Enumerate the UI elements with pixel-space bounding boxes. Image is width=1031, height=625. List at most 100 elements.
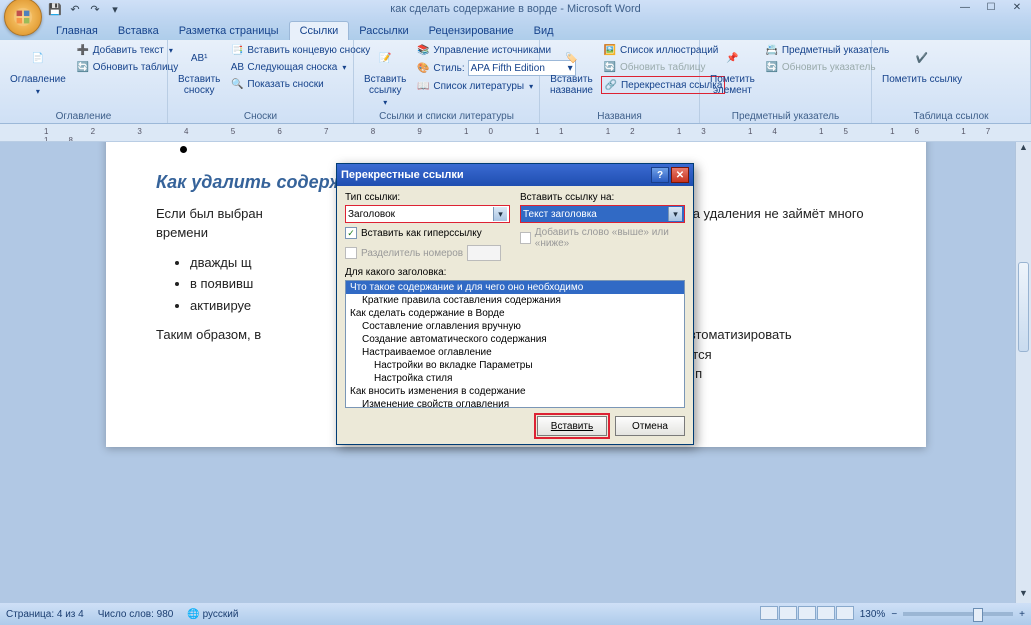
bullet-icon [180, 146, 187, 153]
cross-reference-dialog: Перекрестные ссылки ? ✕ Тип ссылки: Заго… [336, 163, 694, 445]
vertical-scrollbar[interactable]: ▲ ▼ [1015, 142, 1031, 603]
list-item[interactable]: Составление оглавления вручную [346, 320, 684, 333]
tab-mailings[interactable]: Рассылки [349, 22, 418, 40]
citation-icon: 📝 [371, 44, 399, 72]
zoom-out-button[interactable]: − [891, 609, 897, 620]
reference-type-combo[interactable]: Заголовок▾ [345, 205, 510, 223]
group-index-label: Предметный указатель [700, 111, 871, 122]
tab-insert[interactable]: Вставка [108, 22, 169, 40]
ribbon: 📄 Оглавление ▾ ➕Добавить текст 🔄Обновить… [0, 40, 1031, 124]
next-footnote-icon: AB [230, 60, 244, 74]
include-above-below-checkbox: Добавить слово «выше» или «ниже» [520, 227, 685, 249]
view-buttons[interactable] [759, 606, 854, 623]
chevron-down-icon: ▾ [668, 207, 682, 221]
list-item[interactable]: Настройки во вкладке Параметры [346, 359, 684, 372]
list-item[interactable]: Настраиваемое оглавление [346, 346, 684, 359]
insert-caption-button[interactable]: 🏷️ Вставить название [546, 42, 597, 98]
group-footnotes-label: Сноски [168, 111, 353, 122]
add-text-button[interactable]: ➕Добавить текст [74, 42, 181, 58]
close-window-button[interactable]: ✕ [1005, 0, 1029, 14]
list-item[interactable]: Как сделать содержание в Ворде [346, 307, 684, 320]
group-captions-label: Названия [540, 111, 699, 122]
insert-footnote-button[interactable]: AB¹ Вставить сноску [174, 42, 224, 98]
separator-numbers-checkbox: Разделитель номеров [345, 245, 510, 261]
bibliography-icon: 📖 [416, 79, 430, 93]
group-toc-label: Оглавление [0, 111, 167, 122]
window-title: как сделать содержание в ворде - Microso… [390, 3, 641, 15]
tab-review[interactable]: Рецензирование [419, 22, 524, 40]
scroll-up-icon[interactable]: ▲ [1016, 142, 1031, 157]
zoom-slider[interactable] [903, 612, 1013, 616]
tab-page-layout[interactable]: Разметка страницы [169, 22, 289, 40]
toc-label: Оглавление [10, 74, 66, 85]
list-figures-icon: 🖼️ [603, 43, 617, 57]
insert-index-icon: 📇 [765, 43, 779, 57]
title-bar: 💾 ↶ ↷ ▾ как сделать содержание в ворде -… [0, 0, 1031, 18]
caption-icon: 🏷️ [557, 44, 585, 72]
zoom-level[interactable]: 130% [860, 609, 886, 620]
show-notes-button[interactable]: 🔍Показать сноски [228, 76, 372, 92]
update-figures-icon: 🔄 [603, 60, 617, 74]
list-item[interactable]: Как вносить изменения в содержание [346, 385, 684, 398]
dialog-close-button[interactable]: ✕ [671, 167, 689, 183]
insert-endnote-button[interactable]: 📑Вставить концевую сноску [228, 42, 372, 58]
mark-citation-icon: ✔️ [908, 44, 936, 72]
cancel-button[interactable]: Отмена [615, 416, 685, 436]
minimize-button[interactable]: — [953, 0, 977, 14]
reference-type-label: Тип ссылки: [345, 192, 510, 203]
redo-icon[interactable]: ↷ [88, 2, 102, 16]
update-icon: 🔄 [76, 60, 90, 74]
list-item[interactable]: Изменение свойств оглавления [346, 398, 684, 408]
tab-home[interactable]: Главная [46, 22, 108, 40]
word-count[interactable]: Число слов: 980 [98, 609, 174, 620]
dialog-help-button[interactable]: ? [651, 167, 669, 183]
manage-sources-icon: 📚 [416, 43, 430, 57]
show-notes-icon: 🔍 [230, 77, 244, 91]
undo-icon[interactable]: ↶ [68, 2, 82, 16]
language-indicator[interactable]: 🌐 русский [187, 609, 238, 620]
update-table-button[interactable]: 🔄Обновить таблицу [74, 59, 181, 75]
update-index-icon: 🔄 [765, 60, 779, 74]
checkbox-icon [345, 247, 357, 259]
mark-entry-button[interactable]: 📌 Пометить элемент [706, 42, 759, 98]
quick-access-toolbar: 💾 ↶ ↷ ▾ [48, 2, 122, 16]
save-icon[interactable]: 💾 [48, 2, 62, 16]
checkbox-checked-icon: ✓ [345, 227, 357, 239]
next-footnote-button[interactable]: ABСледующая сноска [228, 59, 372, 75]
mark-entry-icon: 📌 [718, 44, 746, 72]
maximize-button[interactable]: ☐ [979, 0, 1003, 14]
dialog-title-text: Перекрестные ссылки [341, 169, 464, 181]
style-icon: 🎨 [416, 61, 430, 75]
zoom-in-button[interactable]: + [1019, 609, 1025, 620]
footnote-icon: AB¹ [185, 44, 213, 72]
group-citations-label: Ссылки и списки литературы [354, 111, 539, 122]
dialog-titlebar[interactable]: Перекрестные ссылки ? ✕ [337, 164, 693, 186]
heading-list[interactable]: Что такое содержание и для чего оно необ… [345, 280, 685, 408]
tab-view[interactable]: Вид [524, 22, 564, 40]
insert-button[interactable]: Вставить [537, 416, 607, 436]
toc-button[interactable]: 📄 Оглавление ▾ [6, 42, 70, 98]
scroll-thumb[interactable] [1018, 262, 1029, 352]
separator-input [467, 245, 501, 261]
insert-citation-button[interactable]: 📝 Вставить ссылку ▾ [360, 42, 410, 109]
list-item[interactable]: Краткие правила составления содержания [346, 294, 684, 307]
for-which-heading-label: Для какого заголовка: [345, 267, 446, 278]
insert-reference-to-combo[interactable]: Текст заголовка▾ [520, 205, 685, 223]
page-count[interactable]: Страница: 4 из 4 [6, 609, 84, 620]
qat-dropdown-icon[interactable]: ▾ [108, 2, 122, 16]
ribbon-tabs: Главная Вставка Разметка страницы Ссылки… [0, 18, 1031, 40]
checkbox-icon [520, 232, 531, 244]
list-item[interactable]: Что такое содержание и для чего оно необ… [346, 281, 684, 294]
insert-as-hyperlink-checkbox[interactable]: ✓ Вставить как гиперссылку [345, 227, 510, 239]
scroll-down-icon[interactable]: ▼ [1016, 588, 1031, 603]
cross-reference-icon: 🔗 [604, 78, 618, 92]
endnote-icon: 📑 [230, 43, 244, 57]
insert-reference-to-label: Вставить ссылку на: [520, 192, 685, 203]
tab-references[interactable]: Ссылки [289, 21, 350, 40]
add-text-icon: ➕ [76, 43, 90, 57]
toc-icon: 📄 [24, 44, 52, 72]
mark-citation-button[interactable]: ✔️ Пометить ссылку [878, 42, 966, 87]
horizontal-ruler[interactable]: 1 2 3 4 5 6 7 8 9 10 11 12 13 14 15 16 1… [0, 124, 1031, 142]
list-item[interactable]: Создание автоматического содержания [346, 333, 684, 346]
list-item[interactable]: Настройка стиля [346, 372, 684, 385]
